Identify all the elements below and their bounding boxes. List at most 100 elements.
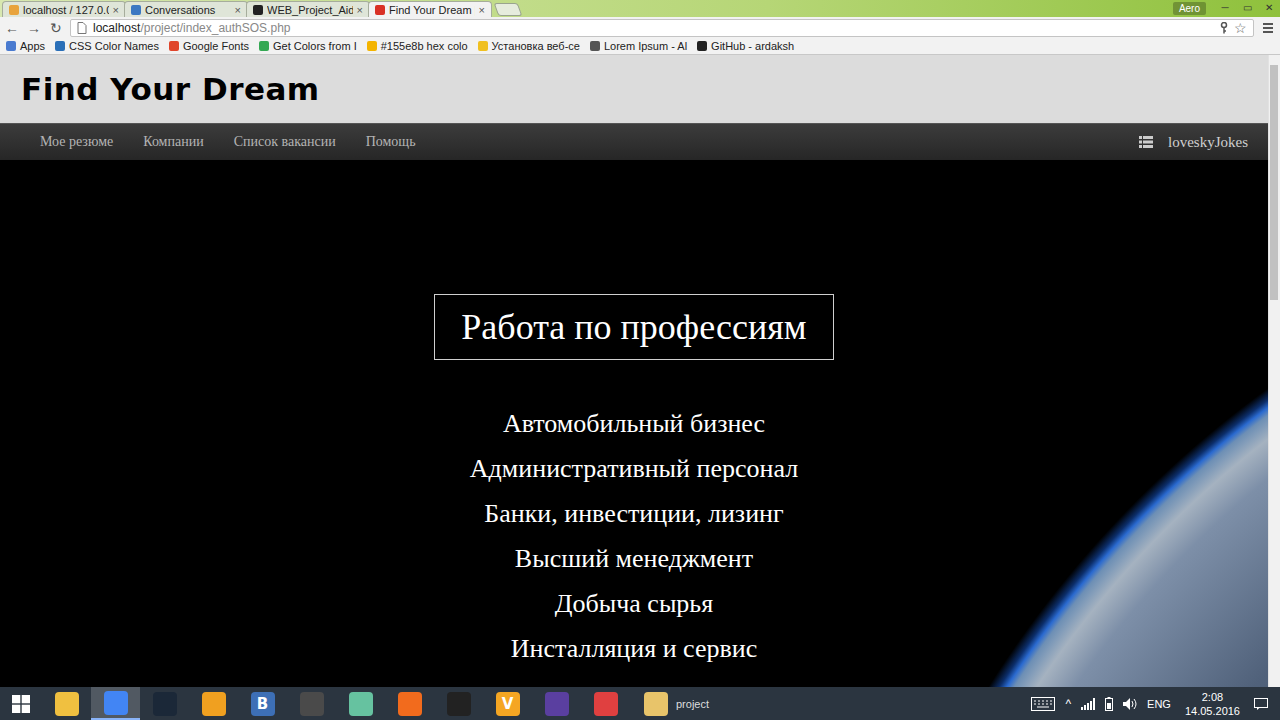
- address-bar[interactable]: localhost/project/index_authSOS.php ☆: [70, 19, 1254, 37]
- app-icon: В: [251, 692, 275, 716]
- app-icon: [153, 692, 177, 716]
- browser-tab[interactable]: Conversations ×: [124, 1, 248, 17]
- nav-link[interactable]: Мое резюме: [25, 134, 128, 150]
- windows-logo-icon: [12, 695, 30, 713]
- taskbar-app[interactable]: [532, 687, 581, 720]
- bookmark[interactable]: Google Fonts: [169, 40, 249, 52]
- window-control-button[interactable]: ▭: [1236, 0, 1258, 15]
- browser-tab[interactable]: localhost / 127.0.0.1 ×: [2, 1, 126, 17]
- nav-button[interactable]: ←: [4, 19, 20, 37]
- taskbar-app[interactable]: В: [238, 687, 287, 720]
- taskbar-app[interactable]: [42, 687, 91, 720]
- favicon-icon: [253, 5, 263, 15]
- section-title: Работа по профессиям: [434, 294, 834, 360]
- bookmark[interactable]: Установка веб-се: [478, 40, 580, 52]
- bookmark-icon: [697, 41, 707, 51]
- bookmark[interactable]: GitHub - ardaksh: [697, 40, 794, 52]
- site-header: Find Your Dream: [0, 55, 1268, 123]
- category-link[interactable]: Банки, инвестиции, лизинг: [470, 491, 798, 536]
- bookmark[interactable]: #155e8b hex colo: [367, 40, 468, 52]
- bookmark[interactable]: Apps: [6, 40, 45, 52]
- tab-label: Find Your Dream | H: [389, 3, 475, 17]
- taskbar-app[interactable]: [140, 687, 189, 720]
- nav-link[interactable]: Помощь: [351, 134, 431, 150]
- category-link[interactable]: Высший менеджмент: [470, 536, 798, 581]
- volume-icon[interactable]: [1123, 698, 1137, 710]
- bookmark-icon: [259, 41, 269, 51]
- key-icon[interactable]: [1220, 22, 1228, 34]
- keyboard-icon[interactable]: [1031, 697, 1055, 711]
- nav-link[interactable]: Компании: [128, 134, 218, 150]
- bookmark-star-button[interactable]: ☆: [1234, 20, 1247, 36]
- start-button[interactable]: [0, 687, 42, 720]
- tab-label: localhost / 127.0.0.1: [23, 3, 109, 17]
- taskbar-app[interactable]: [91, 687, 140, 720]
- app-icon: V: [496, 692, 520, 716]
- taskbar-app[interactable]: [385, 687, 434, 720]
- network-icon[interactable]: [1081, 698, 1095, 710]
- menu-icon[interactable]: [1262, 22, 1274, 34]
- close-tab-button[interactable]: ×: [479, 3, 485, 17]
- bookmark-icon: [55, 41, 65, 51]
- address-host: localhost: [93, 21, 140, 35]
- battery-icon[interactable]: [1105, 697, 1113, 711]
- clock[interactable]: 2:08 14.05.2016: [1181, 690, 1244, 718]
- app-icon: [104, 691, 128, 715]
- taskbar-app[interactable]: [434, 687, 483, 720]
- bookmark[interactable]: CSS Color Names: [55, 40, 159, 52]
- taskbar-app[interactable]: project: [630, 687, 740, 720]
- bookmark[interactable]: Lorem Ipsum - Al: [590, 40, 687, 52]
- notifications-icon[interactable]: [1254, 698, 1268, 710]
- new-tab-button[interactable]: [494, 3, 523, 16]
- close-tab-button[interactable]: ×: [113, 3, 119, 17]
- bookmark[interactable]: Get Colors from I: [259, 40, 357, 52]
- taskbar-app[interactable]: [189, 687, 238, 720]
- tab-label: Conversations: [145, 3, 231, 17]
- app-icon: [644, 692, 668, 716]
- tab-strip: localhost / 127.0.0.1 × Conversations × …: [0, 0, 1280, 17]
- close-tab-button[interactable]: ×: [357, 3, 363, 17]
- scrollbar-thumb[interactable]: [1270, 65, 1278, 300]
- taskbar-app[interactable]: V: [483, 687, 532, 720]
- window-control-button[interactable]: ─: [1214, 0, 1236, 15]
- toolbar: ← → ↻ localhost/project/index_authSOS.php …: [0, 17, 1280, 38]
- category-link[interactable]: Добыча сырья: [470, 581, 798, 626]
- address-path: /project/index_authSOS.php: [140, 21, 290, 35]
- list-icon: [1139, 136, 1153, 148]
- show-hidden-icons-button[interactable]: ^: [1065, 697, 1071, 711]
- browser-tab[interactable]: WEB_Project_Aidark ×: [246, 1, 370, 17]
- app-icon: [55, 692, 79, 716]
- earth-image: [790, 160, 1268, 687]
- bookmark-icon: [367, 41, 377, 51]
- taskbar-app[interactable]: [336, 687, 385, 720]
- taskbar-app[interactable]: [581, 687, 630, 720]
- site-nav: Мое резюмеКомпанииСписок вакансииПомощь …: [0, 123, 1268, 160]
- taskbar-app[interactable]: [287, 687, 336, 720]
- language-indicator[interactable]: ENG: [1147, 698, 1171, 710]
- app-icon: [300, 692, 324, 716]
- tab-label: WEB_Project_Aidark: [267, 3, 353, 17]
- app-icon: [398, 692, 422, 716]
- bookmark-icon: [478, 41, 488, 51]
- scrollbar[interactable]: [1268, 55, 1280, 687]
- category-link[interactable]: Инсталляция и сервис: [470, 626, 798, 671]
- web-page: Find Your Dream Мое резюмеКомпанииСписок…: [0, 55, 1268, 687]
- category-link[interactable]: Административный персонал: [470, 446, 798, 491]
- browser-tab[interactable]: Find Your Dream | H ×: [368, 1, 492, 17]
- favicon-icon: [375, 5, 385, 15]
- app-icon: [447, 692, 471, 716]
- category-link[interactable]: Автомобильный бизнес: [470, 401, 798, 446]
- nav-link[interactable]: Список вакансии: [219, 134, 351, 150]
- close-tab-button[interactable]: ×: [235, 3, 241, 17]
- nav-button[interactable]: →: [26, 19, 42, 37]
- page-icon: [77, 22, 87, 34]
- profile-button[interactable]: Aero: [1173, 2, 1206, 15]
- bookmarks-bar: Apps CSS Color Names Google Fonts Get Co…: [0, 38, 1280, 55]
- bookmark-icon: [6, 41, 16, 51]
- user-menu[interactable]: loveskyJokes: [1139, 134, 1248, 151]
- nav-button[interactable]: ↻: [48, 19, 64, 37]
- window-control-button[interactable]: ✕: [1258, 0, 1280, 15]
- site-logo[interactable]: Find Your Dream: [21, 71, 320, 107]
- app-icon: [202, 692, 226, 716]
- favicon-icon: [131, 5, 141, 15]
